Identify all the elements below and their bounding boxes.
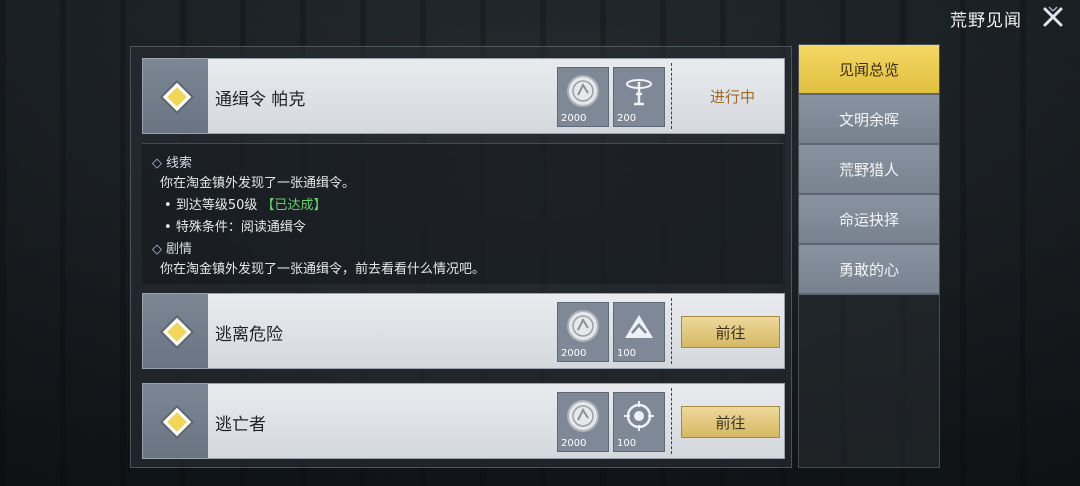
reward-amount: 100 [617, 438, 637, 449]
reward-silver[interactable]: 2000 [557, 67, 609, 127]
diamond-outline-icon: ◇ [152, 156, 162, 171]
divider [671, 298, 673, 364]
task-details: ◇ 线索 你在淘金镇外发现了一张通缉令。 • 到达等级50级 【已达成】 • 特殊… [142, 143, 783, 284]
close-icon [1043, 6, 1063, 27]
diamond-icon [162, 407, 192, 437]
silver-coin-icon [567, 310, 599, 342]
page-title: 荒野见闻 [950, 11, 1022, 31]
reward-silver[interactable]: 2000 [557, 302, 609, 362]
reward-amount: 100 [617, 348, 637, 359]
reward-exp[interactable]: 100 [613, 392, 665, 452]
go-button[interactable]: 前往 [681, 316, 780, 348]
radio-tower-icon [626, 79, 652, 106]
tab-fate-choice[interactable]: 命运抉择 [799, 195, 939, 245]
requirement-level: • 到达等级50级 【已达成】 [164, 198, 327, 213]
diamond-icon [162, 82, 192, 112]
divider [671, 63, 673, 129]
requirement-special: • 特殊条件：阅读通缉令 [164, 220, 306, 235]
task-marker [143, 59, 208, 133]
task-panel: 通缉令 帕克 2000 200 进行中 ◇ 线索 你在淘金镇外发现了一张通缉令。 … [130, 46, 792, 468]
task-marker [143, 384, 208, 458]
silver-coin-icon [567, 400, 599, 432]
clue-text: 你在淘金镇外发现了一张通缉令。 [160, 176, 356, 191]
diamond-outline-icon: ◇ [152, 242, 162, 257]
task-marker [143, 294, 208, 368]
target-badge-icon [624, 401, 654, 431]
reward-amount: 200 [617, 113, 637, 124]
category-tabs: 见闻总览 文明余晖 荒野猎人 命运抉择 勇敢的心 [798, 44, 940, 468]
task-card-2[interactable]: 逃离危险 2000 100 前往 [142, 293, 785, 369]
go-button[interactable]: 前往 [681, 406, 780, 438]
silver-coin-icon [567, 75, 599, 107]
status-in-progress: 进行中 [710, 88, 756, 106]
reward-silver[interactable]: 2000 [557, 392, 609, 452]
clue-heading: ◇ 线索 [152, 156, 193, 171]
reward-amount: 2000 [561, 348, 587, 359]
reward-exp[interactable]: 100 [613, 302, 665, 362]
requirement-state: 【已达成】 [261, 198, 327, 213]
tab-overview[interactable]: 见闻总览 [799, 45, 939, 95]
task-card-3[interactable]: 逃亡者 2000 100 前往 [142, 383, 785, 459]
task-title: 通缉令 帕克 [215, 90, 306, 110]
story-text: 你在淘金镇外发现了一张通缉令，前去看看什么情况吧。 [160, 262, 486, 277]
reward-amount: 2000 [561, 438, 587, 449]
divider [671, 388, 673, 454]
story-heading: ◇ 剧情 [152, 242, 193, 257]
task-title: 逃亡者 [215, 415, 266, 435]
task-card-1[interactable]: 通缉令 帕克 2000 200 进行中 [142, 58, 785, 134]
mountain-arrow-icon [625, 315, 653, 338]
close-button[interactable] [1040, 4, 1066, 30]
tab-civilization[interactable]: 文明余晖 [799, 95, 939, 145]
reward-amount: 2000 [561, 113, 587, 124]
reward-exp[interactable]: 200 [613, 67, 665, 127]
tab-wild-hunter[interactable]: 荒野猎人 [799, 145, 939, 195]
tab-brave-heart[interactable]: 勇敢的心 [799, 245, 939, 295]
diamond-icon [162, 317, 192, 347]
task-title: 逃离危险 [215, 325, 283, 345]
